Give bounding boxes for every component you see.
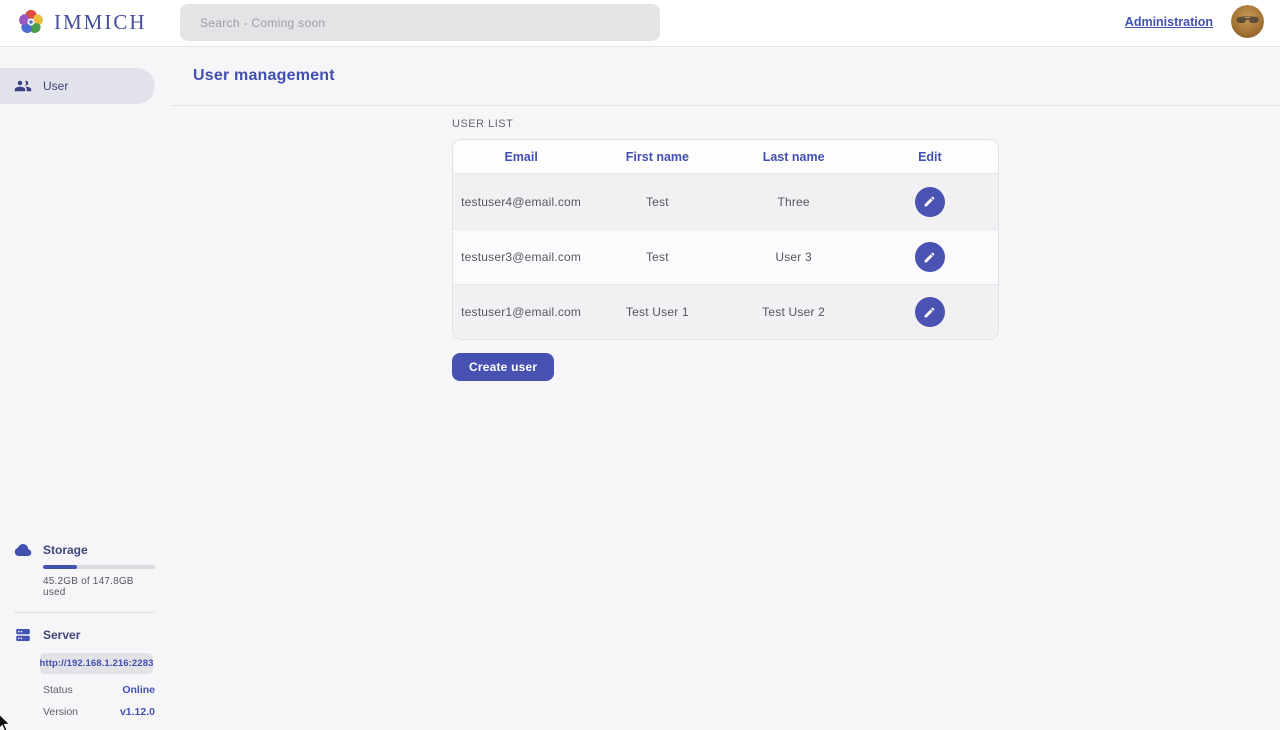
pencil-icon xyxy=(923,195,936,208)
version-value: v1.12.0 xyxy=(120,706,155,718)
edit-user-button[interactable] xyxy=(915,242,945,272)
cell-first-name: Test User 1 xyxy=(589,305,725,319)
version-label: Version xyxy=(43,706,78,718)
server-section-header: Server xyxy=(14,626,155,644)
cell-first-name: Test xyxy=(589,250,725,264)
column-header-last-name: Last name xyxy=(726,140,862,173)
sidebar: User Storage 45.2GB of 147.8GB used xyxy=(0,47,171,730)
cell-last-name: User 3 xyxy=(726,250,862,264)
table-body: testuser4@email.com Test Three xyxy=(453,174,998,339)
pencil-icon xyxy=(923,251,936,264)
server-icon xyxy=(14,626,32,644)
administration-link[interactable]: Administration xyxy=(1125,15,1213,29)
storage-title: Storage xyxy=(43,543,88,557)
user-list-heading: USER LIST xyxy=(452,118,1280,130)
sidebar-divider xyxy=(14,612,155,613)
page-header: User management xyxy=(171,47,1280,106)
storage-progress-bar xyxy=(43,565,155,569)
search-bar[interactable] xyxy=(180,4,660,41)
table-row: testuser1@email.com Test User 1 Test Use… xyxy=(453,284,998,339)
storage-progress-fill xyxy=(43,565,77,569)
column-header-edit: Edit xyxy=(862,140,998,173)
immich-flower-icon xyxy=(16,7,46,37)
table-header-row: Email First name Last name Edit xyxy=(453,140,998,174)
topbar: IMMICH Administration xyxy=(0,0,1280,47)
search-input[interactable] xyxy=(180,4,660,41)
user-table: Email First name Last name Edit testuser… xyxy=(452,139,999,340)
sidebar-item-user[interactable]: User xyxy=(0,68,155,104)
cell-first-name: Test xyxy=(589,195,725,209)
users-icon xyxy=(14,77,32,95)
column-header-first-name: First name xyxy=(589,140,725,173)
storage-section-header: Storage xyxy=(14,541,155,559)
storage-usage-text: 45.2GB of 147.8GB used xyxy=(43,576,155,598)
sidebar-status-panel: Storage 45.2GB of 147.8GB used xyxy=(0,541,171,730)
server-title: Server xyxy=(43,628,80,642)
user-avatar[interactable] xyxy=(1231,5,1264,38)
server-version-row: Version v1.12.0 xyxy=(43,706,155,718)
edit-user-button[interactable] xyxy=(915,187,945,217)
cell-email: testuser3@email.com xyxy=(453,250,589,264)
app-logo[interactable]: IMMICH xyxy=(16,7,147,37)
status-value: Online xyxy=(122,684,155,696)
cell-last-name: Test User 2 xyxy=(726,305,862,319)
create-user-button[interactable]: Create user xyxy=(452,353,554,381)
edit-user-button[interactable] xyxy=(915,297,945,327)
app-name: IMMICH xyxy=(54,10,147,35)
server-status-row: Status Online xyxy=(43,684,155,696)
table-row: testuser3@email.com Test User 3 xyxy=(453,229,998,284)
sidebar-item-label: User xyxy=(43,79,68,93)
status-label: Status xyxy=(43,684,73,696)
cloud-icon xyxy=(14,541,32,559)
cell-email: testuser4@email.com xyxy=(453,195,589,209)
pencil-icon xyxy=(923,306,936,319)
table-row: testuser4@email.com Test Three xyxy=(453,174,998,229)
column-header-email: Email xyxy=(453,140,589,173)
cell-email: testuser1@email.com xyxy=(453,305,589,319)
cell-last-name: Three xyxy=(726,195,862,209)
server-url-badge: http://192.168.1.216:2283 xyxy=(40,653,153,674)
page-title: User management xyxy=(193,67,335,85)
main-content: User management USER LIST Email First na… xyxy=(171,47,1280,730)
